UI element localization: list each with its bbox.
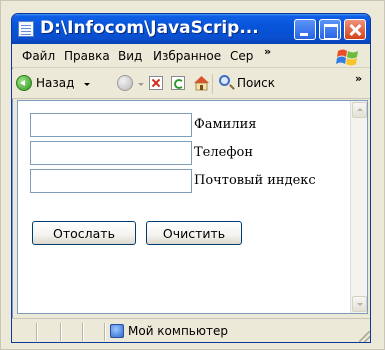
resize-grip-icon[interactable] <box>359 331 370 342</box>
status-bar: Мой компьютер <box>12 318 370 342</box>
maximize-button[interactable] <box>319 19 341 40</box>
status-separator <box>104 323 105 341</box>
title-bar[interactable]: D:\Infocom\JavaScrip... <box>12 14 370 44</box>
toolbar-overflow-chevron[interactable]: » <box>355 72 362 85</box>
form-buttons: Отослать Очистить <box>30 221 350 245</box>
phone-input[interactable] <box>30 141 192 165</box>
menu-item-view[interactable]: Вид <box>118 49 142 63</box>
forward-dropdown-icon[interactable] <box>138 83 144 86</box>
my-computer-icon <box>110 324 124 338</box>
forward-arrow-icon[interactable] <box>117 75 133 91</box>
toolbar: Назад Поиск » <box>12 69 370 99</box>
window-title: D:\Infocom\JavaScrip... <box>40 18 259 38</box>
stop-icon[interactable] <box>149 76 163 90</box>
reset-button[interactable]: Очистить <box>146 221 242 245</box>
menu-item-service[interactable]: Сер <box>230 49 253 63</box>
scroll-down-icon[interactable] <box>352 296 367 312</box>
document-icon <box>18 21 34 37</box>
menu-item-favorites[interactable]: Избранное <box>153 49 221 63</box>
form-row-postcode: Почтовый индекс <box>30 169 350 193</box>
browser-window: D:\Infocom\JavaScrip... Файл Правка Вид … <box>11 13 371 343</box>
phone-label: Телефон <box>194 145 253 160</box>
refresh-icon[interactable] <box>171 76 185 90</box>
menu-overflow-chevron[interactable]: » <box>264 45 271 58</box>
minimize-button[interactable] <box>294 19 316 40</box>
toolbar-separator <box>212 74 213 94</box>
submit-button[interactable]: Отослать <box>32 221 136 245</box>
home-icon[interactable] <box>193 75 210 91</box>
windows-logo-icon <box>336 49 358 66</box>
menu-bar: Файл Правка Вид Избранное Сер » <box>12 44 370 68</box>
back-dropdown-icon[interactable] <box>84 83 90 86</box>
postcode-label: Почтовый индекс <box>194 173 316 188</box>
search-button[interactable]: Поиск <box>217 73 297 95</box>
menu-item-edit[interactable]: Правка <box>64 49 110 63</box>
form-row-surname: Фамилия <box>30 113 350 137</box>
screenshot-background: D:\Infocom\JavaScrip... Файл Правка Вид … <box>0 0 385 350</box>
status-separator <box>82 323 83 341</box>
search-icon <box>219 75 230 86</box>
form-row-phone: Телефон <box>30 141 350 165</box>
menu-item-file[interactable]: Файл <box>22 49 55 63</box>
scroll-up-icon[interactable] <box>352 102 367 118</box>
surname-label: Фамилия <box>194 117 257 132</box>
vertical-scrollbar[interactable] <box>350 101 367 313</box>
back-label: Назад <box>36 76 75 90</box>
status-separator <box>36 323 37 341</box>
search-label: Поиск <box>237 76 276 90</box>
page-content: Фамилия Телефон Почтовый индекс Отослать… <box>17 100 368 314</box>
postcode-input[interactable] <box>30 169 192 193</box>
close-button[interactable] <box>344 19 366 40</box>
surname-input[interactable] <box>30 113 192 137</box>
back-arrow-icon <box>16 75 32 91</box>
security-zone-label: Мой компьютер <box>128 324 228 338</box>
back-button[interactable]: Назад <box>16 73 96 95</box>
status-separator <box>60 323 61 341</box>
